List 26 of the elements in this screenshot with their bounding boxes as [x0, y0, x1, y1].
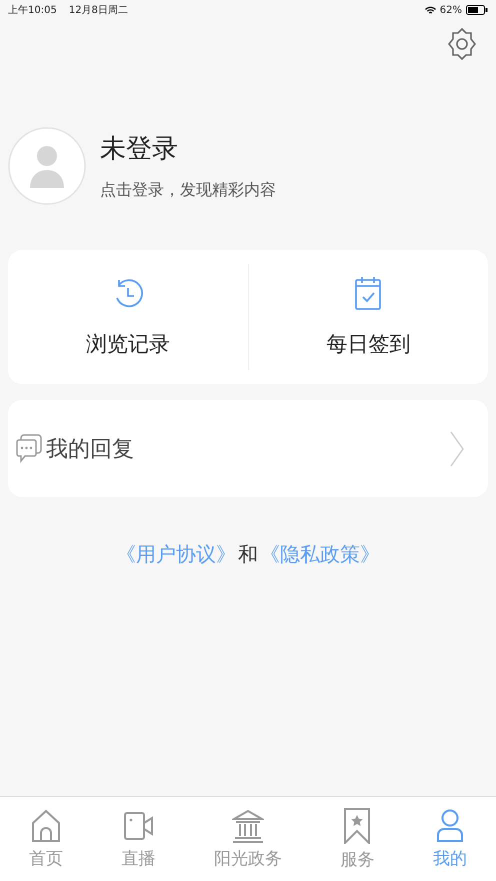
bookmark-star-icon	[344, 808, 370, 844]
tab[interactable]: 首页	[29, 808, 64, 870]
agreement-link[interactable]: 《隐私政策》	[260, 541, 380, 568]
status-date: 12月8日周二	[68, 4, 128, 17]
conjunction-text: 和	[238, 541, 258, 568]
calendar-check-icon	[355, 276, 382, 310]
agreement-link[interactable]: 《用户协议》	[116, 541, 236, 568]
shortcut-item[interactable]: 每日签到	[248, 250, 488, 384]
user-name[interactable]: 未登录	[100, 131, 276, 166]
wifi-icon	[424, 6, 436, 14]
shortcut-item[interactable]: 浏览记录	[8, 250, 248, 384]
status-time: 上午10:05	[8, 4, 57, 17]
tab[interactable]: 直播	[122, 808, 156, 870]
menu-row[interactable]: 我的回复	[8, 400, 488, 497]
chevron-right-icon	[450, 430, 464, 466]
home-icon	[31, 808, 62, 842]
login-hint: 点击登录，发现精彩内容	[100, 180, 276, 201]
battery-icon	[466, 5, 488, 15]
settings-icon[interactable]	[448, 28, 476, 60]
chat-icon	[16, 432, 42, 464]
tab[interactable]: 我的	[432, 808, 467, 870]
bank-icon	[232, 808, 264, 842]
tab[interactable]: 服务	[340, 808, 374, 870]
person-icon	[436, 808, 464, 842]
battery-percent: 62%	[440, 4, 462, 16]
tab[interactable]: 阳光政务	[214, 808, 282, 870]
